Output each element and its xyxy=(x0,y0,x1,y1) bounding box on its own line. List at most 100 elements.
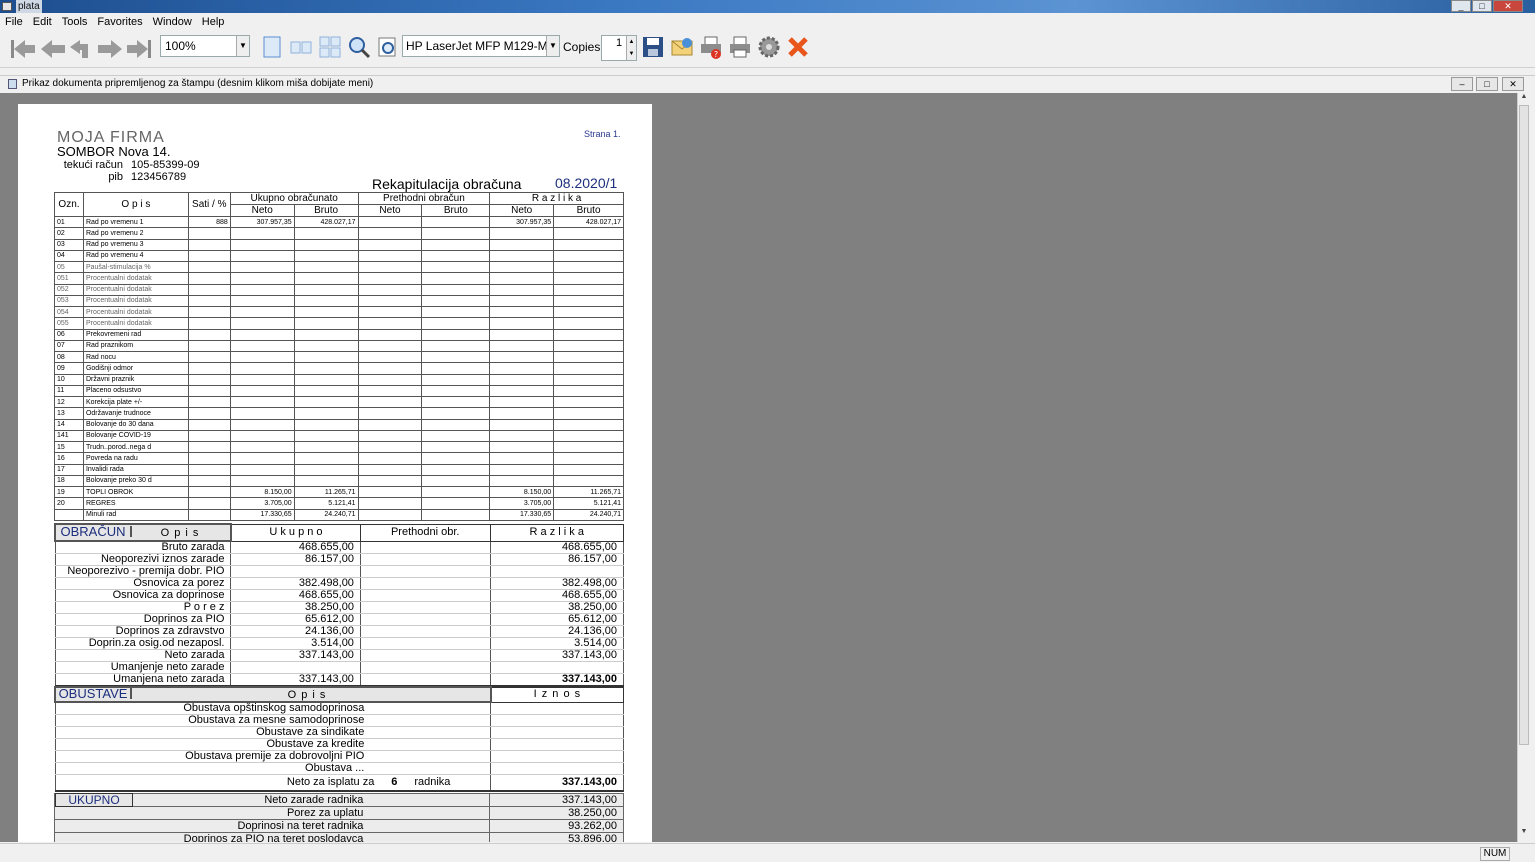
stepper-down-icon[interactable]: ▼ xyxy=(626,48,636,60)
menu-file[interactable]: File xyxy=(0,14,28,30)
report-period: 08.2020/1 xyxy=(555,175,618,191)
table-cell-p-bruto xyxy=(421,440,491,454)
table-cell-u-neto xyxy=(229,317,295,330)
vertical-scrollbar[interactable]: ▲ ▼ xyxy=(1517,93,1529,842)
table-cell-u-bruto xyxy=(293,272,359,285)
table-cell-sati xyxy=(187,283,231,296)
table-cell-u-neto xyxy=(229,305,295,319)
table-cell-u-neto xyxy=(229,452,295,465)
obustava-row: Obustava ... xyxy=(54,762,624,775)
first-page-icon[interactable] xyxy=(10,37,36,61)
stepper-up-icon[interactable]: ▲ xyxy=(626,36,636,48)
zoom-icon[interactable] xyxy=(347,35,371,59)
minimize-button[interactable]: _ xyxy=(1451,0,1471,12)
obracun-label: Osnovica za porez xyxy=(54,577,232,590)
menu-favorites[interactable]: Favorites xyxy=(92,14,147,30)
col-neto: Neto xyxy=(489,204,555,217)
maximize-button[interactable]: □ xyxy=(1472,0,1492,12)
table-cell-p-neto xyxy=(357,508,423,521)
obracun-row: Neoporezivi iznos zarade 86.157,00 86.157,… xyxy=(54,553,625,566)
table-cell-p-bruto xyxy=(421,249,491,263)
next-page-icon[interactable] xyxy=(97,37,123,61)
table-cell-u-bruto xyxy=(293,305,359,319)
table-cell-p-bruto xyxy=(421,305,491,319)
table-cell-ozn: 18 xyxy=(54,474,84,488)
obracun-header: OBRAČUN xyxy=(56,525,132,538)
table-cell-sati xyxy=(187,508,231,521)
last-page-icon[interactable] xyxy=(126,37,152,61)
table-cell-p-bruto xyxy=(421,485,491,499)
table-cell-u-neto xyxy=(229,249,295,263)
obracun-label: Doprinos za zdravstvo xyxy=(54,625,232,638)
table-cell-p-neto xyxy=(357,294,423,308)
obracun-col-razlika: R a z l i k a xyxy=(489,523,625,542)
back-icon[interactable] xyxy=(68,37,94,61)
chevron-down-icon[interactable]: ▼ xyxy=(236,36,249,56)
table-cell-u-neto xyxy=(229,272,295,285)
obracun-col-ukupno: U k u p n o xyxy=(230,523,361,542)
obracun-razlika: 468.655,00 xyxy=(489,541,625,554)
table-row: 07 Rad praznikom xyxy=(54,339,624,353)
document-viewport[interactable]: MOJA FIRMA SOMBOR Nova 14. tekući račun 1… xyxy=(0,93,1517,842)
table-cell-u-neto: 17.330,65 xyxy=(229,508,295,521)
table-cell-sati xyxy=(187,260,231,274)
table-cell-u-bruto: 5.121,41 xyxy=(293,497,359,510)
table-cell-p-bruto xyxy=(421,339,491,353)
child-minimize-button[interactable]: – xyxy=(1451,77,1473,91)
table-row: 19 TOPLI OBROK 8.150,00 11.265,71 8.150,00 11… xyxy=(54,485,624,499)
email-icon[interactable] xyxy=(670,35,694,59)
table-cell-ozn: 16 xyxy=(54,452,84,465)
table-cell-r-bruto xyxy=(553,418,624,431)
num-lock-indicator: NUM xyxy=(1480,847,1510,861)
table-cell-p-bruto xyxy=(421,395,491,409)
zoom-select[interactable]: 100% ▼ xyxy=(160,35,250,57)
menu-tools[interactable]: Tools xyxy=(57,14,93,30)
obustava-label: Obustava ... xyxy=(54,762,492,775)
obustave-header: OBUSTAVE xyxy=(56,687,132,700)
close-icon[interactable] xyxy=(786,35,810,59)
table-cell-opis: REGRES xyxy=(82,497,189,510)
menu-help[interactable]: Help xyxy=(197,14,230,30)
printer-select[interactable]: HP LaserJet MFP M129-M1 ▼ xyxy=(402,35,560,57)
table-cell-ozn: 052 xyxy=(54,283,84,296)
table-cell-opis: Rad po vremenu 3 xyxy=(82,238,189,251)
table-row: 02 Rad po vremenu 2 xyxy=(54,227,624,240)
table-cell-p-neto xyxy=(357,317,423,330)
table-cell-r-bruto xyxy=(553,395,624,409)
close-button[interactable]: ✕ xyxy=(1493,0,1523,12)
scroll-down-icon[interactable]: ▼ xyxy=(1519,828,1529,840)
gear-icon[interactable] xyxy=(757,35,781,59)
menu-window[interactable]: Window xyxy=(148,14,197,30)
table-cell-r-bruto xyxy=(553,362,624,375)
find-icon[interactable] xyxy=(376,35,400,59)
obracun-ukupno: 24.136,00 xyxy=(230,625,361,638)
table-cell-ozn: 141 xyxy=(54,429,84,443)
obracun-label: Bruto zarada xyxy=(54,541,232,554)
table-cell-opis: TOPLI OBROK xyxy=(82,485,189,499)
copies-stepper[interactable]: 1 ▲ ▼ xyxy=(601,35,637,61)
chevron-down-icon[interactable]: ▼ xyxy=(546,36,559,56)
table-row: 18 Bolovanje preko 30 d xyxy=(54,474,624,488)
table-cell-p-neto xyxy=(357,429,423,443)
table-cell-r-bruto xyxy=(553,452,624,465)
child-maximize-button[interactable]: □ xyxy=(1476,77,1498,91)
table-cell-p-bruto xyxy=(421,497,491,510)
scroll-thumb[interactable] xyxy=(1519,105,1529,745)
two-pages-icon[interactable] xyxy=(289,35,313,59)
obustave-col-opis: O p i s xyxy=(287,689,327,701)
print-setup-icon[interactable]: ? xyxy=(699,35,723,59)
table-cell-sati xyxy=(187,497,231,510)
table-row: 055 Procentualni dodatak xyxy=(54,317,624,330)
status-bar: NUM xyxy=(0,843,1535,862)
single-page-icon[interactable] xyxy=(260,35,284,59)
obracun-row: Neoporezivo - premija dobr. PIO xyxy=(54,565,625,578)
scroll-up-icon[interactable]: ▲ xyxy=(1519,93,1529,105)
child-close-button[interactable]: ✕ xyxy=(1502,77,1524,91)
previous-page-icon[interactable] xyxy=(40,37,66,61)
page-number: Strana 1. xyxy=(584,129,621,139)
save-icon[interactable] xyxy=(641,35,665,59)
menu-edit[interactable]: Edit xyxy=(28,14,57,30)
multi-pages-icon[interactable] xyxy=(318,35,342,59)
print-icon[interactable] xyxy=(728,35,752,59)
table-cell-r-bruto xyxy=(553,305,624,319)
